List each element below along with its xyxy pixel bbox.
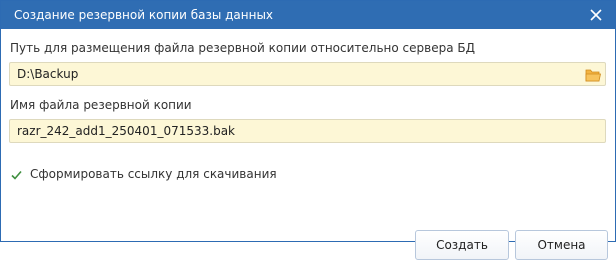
backup-file-label: Имя файла резервной копии: [10, 98, 192, 112]
download-link-checkbox[interactable]: [10, 167, 23, 180]
backup-file-field[interactable]: razr_242_add1_250401_071533.bak: [9, 119, 606, 143]
backup-file-value: razr_242_add1_250401_071533.bak: [17, 124, 235, 138]
dialog-titlebar[interactable]: Создание резервной копии базы данных: [1, 1, 615, 29]
folder-icon: [585, 69, 601, 82]
close-icon: [590, 9, 602, 21]
download-link-label[interactable]: Сформировать ссылку для скачивания: [30, 167, 277, 181]
close-button[interactable]: [585, 5, 607, 25]
backup-dialog: Создание резервной копии базы данных Пут…: [0, 0, 616, 260]
dialog-title: Создание резервной копии базы данных: [14, 8, 274, 22]
checkmark-icon: [11, 170, 22, 180]
create-button[interactable]: Создать: [415, 230, 509, 260]
backup-path-field[interactable]: D:\Backup: [9, 62, 606, 86]
browse-folder-button[interactable]: [585, 67, 601, 82]
backup-path-value: D:\Backup: [17, 67, 79, 81]
cancel-button[interactable]: Отмена: [515, 230, 608, 260]
backup-path-label: Путь для размещения файла резервной копи…: [10, 41, 475, 55]
